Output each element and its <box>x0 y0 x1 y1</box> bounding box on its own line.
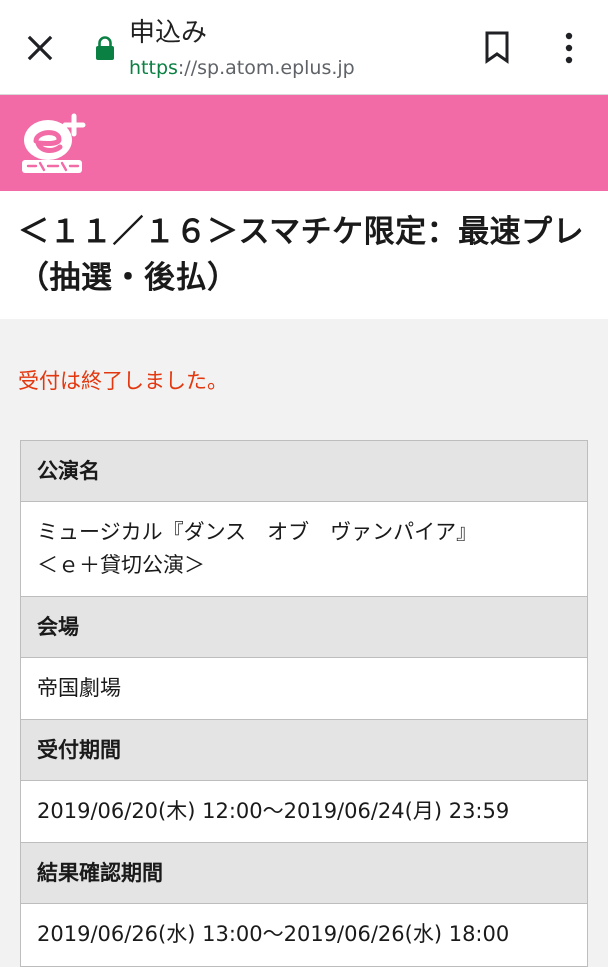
performance-name-value: ミュージカル『ダンス オブ ヴァンパイア』 ＜ｅ＋貸切公演＞ <box>21 502 587 597</box>
title-section: ＜１１／１６＞スマチケ限定：最速プレ （抽選・後払） <box>0 191 608 319</box>
performance-name-line2: ＜ｅ＋貸切公演＞ <box>37 553 205 577</box>
venue-label: 会場 <box>21 597 587 658</box>
address-bar-url[interactable]: https://sp.atom.eplus.jp <box>129 55 355 81</box>
performance-name-line1: ミュージカル『ダンス オブ ヴァンパイア』 <box>37 520 478 544</box>
reception-period-label: 受付期間 <box>21 720 587 781</box>
browser-page-title: 申込み <box>129 18 208 48</box>
bookmark-icon[interactable] <box>482 30 512 64</box>
event-info-table: 公演名 ミュージカル『ダンス オブ ヴァンパイア』 ＜ｅ＋貸切公演＞ 会場 帝国… <box>20 440 588 967</box>
reception-period-value: 2019/06/20(木) 12:00〜2019/06/24(月) 23:59 <box>21 781 587 843</box>
eplus-logo-icon[interactable] <box>18 113 92 175</box>
result-period-value: 2019/06/26(水) 13:00〜2019/06/26(水) 18:00 <box>21 904 587 966</box>
site-header <box>0 95 608 191</box>
reception-closed-notice: 受付は終了しました。 <box>18 369 228 393</box>
result-period-label: 結果確認期間 <box>21 843 587 904</box>
lock-icon <box>96 36 114 60</box>
url-scheme: https <box>129 57 178 79</box>
close-icon[interactable] <box>22 30 58 66</box>
page-title: ＜１１／１６＞スマチケ限定：最速プレ （抽選・後払） <box>18 214 608 296</box>
browser-toolbar: 申込み https://sp.atom.eplus.jp <box>0 0 608 95</box>
performance-name-label: 公演名 <box>21 441 587 502</box>
url-host: ://sp.atom.eplus.jp <box>177 57 355 79</box>
venue-value: 帝国劇場 <box>21 658 587 720</box>
more-options-icon[interactable] <box>556 30 582 66</box>
